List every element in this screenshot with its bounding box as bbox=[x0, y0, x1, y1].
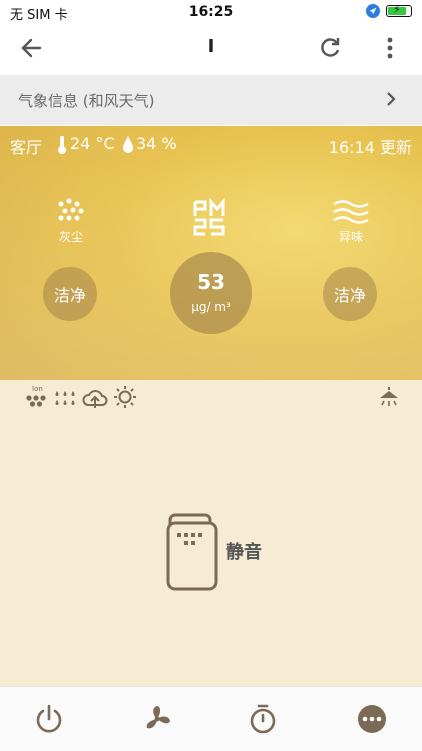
svg-text:Ion: Ion bbox=[32, 385, 43, 393]
location-icon bbox=[366, 4, 380, 18]
more-vertical-icon[interactable] bbox=[378, 34, 402, 62]
odor-label: 异味 bbox=[338, 230, 363, 244]
light-icon[interactable] bbox=[376, 384, 402, 410]
cloud-upload-icon[interactable] bbox=[82, 385, 108, 411]
pm25-value: 53 bbox=[197, 270, 225, 294]
ion-icon[interactable]: Ion bbox=[24, 384, 50, 410]
update-time: 16:14 更新 bbox=[328, 138, 412, 157]
pm25-unit: μg/ m³ bbox=[191, 300, 231, 314]
sun-icon[interactable] bbox=[112, 384, 138, 410]
room-name: 客厅 bbox=[10, 138, 43, 157]
humidity-value: 34 % bbox=[136, 134, 177, 153]
dust-label: 灰尘 bbox=[58, 230, 83, 244]
odor-status-bubble: 洁净 bbox=[323, 267, 377, 321]
clock: 16:25 bbox=[188, 4, 234, 20]
app-header: I bbox=[0, 24, 422, 70]
humidity-icon bbox=[123, 136, 133, 153]
air-purifier-device-icon bbox=[166, 513, 218, 591]
weather-info-label: 气象信息 (和风天气) bbox=[18, 92, 155, 110]
timer-button[interactable] bbox=[246, 702, 280, 736]
battery-icon: ⚡ bbox=[386, 3, 412, 17]
thermometer-icon bbox=[58, 136, 66, 154]
page-title: I bbox=[207, 36, 215, 57]
dust-status-bubble: 洁净 bbox=[43, 267, 97, 321]
temperature-value: 24 °C bbox=[70, 134, 115, 153]
pm25-icon bbox=[193, 198, 225, 236]
device-mode-label: 静音 bbox=[226, 542, 262, 563]
chevron-right-icon bbox=[387, 92, 396, 106]
refresh-icon[interactable] bbox=[316, 34, 344, 62]
more-options-button[interactable] bbox=[355, 702, 389, 736]
humidify-icon[interactable] bbox=[52, 385, 78, 411]
status-icons: ⚡ bbox=[366, 3, 412, 18]
air-quality-panel: 客厅 24 °C 34 % 16:14 更新 灰尘 异味 洁净 洁净 53 μg… bbox=[0, 126, 422, 380]
bottom-control-bar bbox=[0, 686, 422, 751]
power-button[interactable] bbox=[32, 702, 66, 736]
status-bar: 无 SIM 卡 16:25 ⚡ bbox=[0, 0, 422, 24]
weather-info-row[interactable]: 气象信息 (和风天气) bbox=[0, 75, 422, 125]
fan-button[interactable] bbox=[140, 702, 174, 736]
